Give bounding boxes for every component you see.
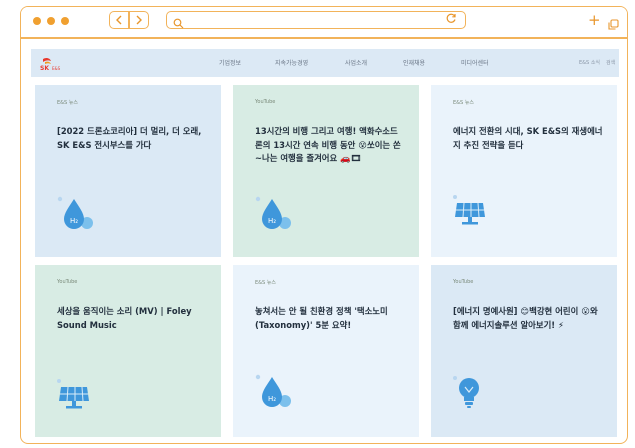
new-tab-plus-icon[interactable]: + (588, 12, 601, 28)
content-card[interactable]: YouTube 13시간의 비행 그리고 여행! 액화수소드론의 13시간 연속… (233, 85, 419, 257)
browser-toolbar: + (21, 7, 627, 37)
content-card[interactable]: YouTube [에너지 명예사원] 😊백강현 어린이 😮와 함께 에너지솔루션… (431, 265, 617, 437)
history-nav (109, 11, 149, 29)
nav-menu-item[interactable]: 사업소개 (345, 58, 367, 67)
card-source-tag: E&S 뉴스 (57, 100, 79, 106)
nav-menu-item[interactable]: 지속가능경영 (275, 58, 308, 67)
card-title[interactable]: 에너지 전환의 시대, SK E&S의 재생에너지 추진 전략을 듣다 (453, 125, 603, 152)
hydrogen-drop-icon: H₂ (253, 371, 293, 415)
svg-text:H₂: H₂ (268, 395, 276, 403)
card-source-tag: E&S 뉴스 (453, 100, 475, 106)
window-close-dot-icon[interactable] (33, 17, 41, 25)
nav-menu-item[interactable]: 미디어센터 (461, 58, 489, 67)
nav-menu-item[interactable]: 인재채용 (403, 58, 425, 67)
svg-text:H₂: H₂ (268, 217, 276, 225)
solar-panel-icon (451, 193, 491, 233)
site-header: SK E&S 기업정보 지속가능경영 사업소개 인재채용 미디어센터 E&S 소… (31, 49, 619, 77)
nav-menu-item[interactable]: 기업정보 (219, 58, 241, 67)
utility-search-link[interactable]: 검색 (606, 59, 615, 66)
forward-chevron-icon[interactable] (130, 12, 148, 28)
svg-text:SK: SK (40, 65, 49, 71)
tabs-copy-icon[interactable] (608, 15, 619, 34)
card-title[interactable]: [2022 드론쇼코리아] 더 멀리, 더 오래, SK E&S 전시부스를 가… (57, 125, 207, 152)
window-maximize-dot-icon[interactable] (61, 17, 69, 25)
card-title[interactable]: 놓쳐서는 안 될 친환경 정책 '택소노미(Taxonomy)' 5분 요약! (255, 305, 405, 332)
search-icon (173, 14, 184, 33)
card-source-tag: YouTube (57, 279, 78, 285)
content-card[interactable]: YouTube 세상을 움직이는 소리 (MV) | Foley Sound M… (35, 265, 221, 437)
svg-text:H₂: H₂ (70, 217, 78, 225)
svg-text:E&S: E&S (52, 66, 61, 71)
back-chevron-icon[interactable] (110, 12, 128, 28)
lightbulb-icon (451, 373, 487, 417)
content-card[interactable]: E&S 뉴스 [2022 드론쇼코리아] 더 멀리, 더 오래, SK E&S … (35, 85, 221, 257)
content-card[interactable]: E&S 뉴스 놓쳐서는 안 될 친환경 정책 '택소노미(Taxonomy)' … (233, 265, 419, 437)
address-bar[interactable] (166, 11, 466, 29)
utility-link[interactable]: E&S 소식 (579, 59, 600, 66)
hydrogen-drop-icon: H₂ (55, 193, 95, 237)
content-card[interactable]: E&S 뉴스 에너지 전환의 시대, SK E&S의 재생에너지 추진 전략을 … (431, 85, 617, 257)
hydrogen-drop-icon: H₂ (253, 193, 293, 237)
browser-window: + SK E&S 기업정보 지속가능경영 사업소개 인재채용 미디어센터 E&S… (20, 6, 628, 444)
sk-ens-logo[interactable]: SK E&S (39, 56, 69, 75)
card-title[interactable]: [에너지 명예사원] 😊백강현 어린이 😮와 함께 에너지솔루션 알아보기! ⚡ (453, 305, 603, 332)
card-title[interactable]: 13시간의 비행 그리고 여행! 액화수소드론의 13시간 연속 비행 동안 😵… (255, 125, 405, 166)
card-source-tag: E&S 뉴스 (255, 280, 277, 286)
window-minimize-dot-icon[interactable] (47, 17, 55, 25)
card-source-tag: YouTube (255, 99, 276, 105)
card-source-tag: YouTube (453, 279, 474, 285)
reload-icon[interactable] (446, 13, 457, 27)
card-title[interactable]: 세상을 움직이는 소리 (MV) | Foley Sound Music (57, 305, 207, 332)
solar-panel-icon (55, 377, 95, 417)
